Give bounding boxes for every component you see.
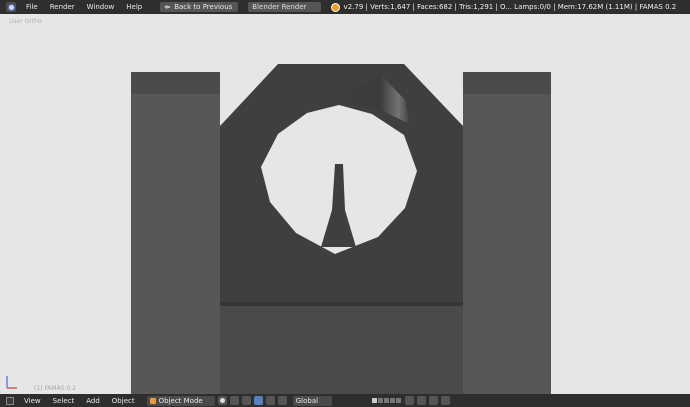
axis-gizmo-icon xyxy=(6,376,17,389)
left-pillar-top xyxy=(131,72,220,94)
lock-icon[interactable] xyxy=(405,396,415,405)
proportional-edit-icon[interactable] xyxy=(417,396,427,405)
menu-add[interactable]: Add xyxy=(86,397,100,405)
scene-stats: v2.79 | Verts:1,647 | Faces:682 | Tris:1… xyxy=(343,3,677,11)
blender-logo-icon xyxy=(330,2,340,12)
snap-icon[interactable] xyxy=(429,396,439,405)
mode-label: Object Mode xyxy=(158,396,203,405)
mesh-render xyxy=(131,64,551,394)
transform-orientation-select[interactable]: Global xyxy=(292,395,333,406)
render-preview-icon[interactable] xyxy=(441,396,451,405)
menu-select[interactable]: Select xyxy=(53,397,75,405)
scene-layers[interactable] xyxy=(372,398,402,403)
menu-file[interactable]: File xyxy=(26,3,38,11)
editor-type-3d-icon[interactable] xyxy=(6,396,14,405)
object-mode-icon xyxy=(149,397,156,404)
active-object-label: (1) FAMAS 0.2 xyxy=(34,385,76,392)
main-menu: File Render Window Help xyxy=(26,3,154,11)
layer-button[interactable] xyxy=(378,398,384,403)
mode-select[interactable]: Object Mode xyxy=(146,395,215,406)
right-pillar-top xyxy=(463,72,551,94)
layer-button[interactable] xyxy=(390,398,396,403)
pivot-point-icon[interactable] xyxy=(229,396,239,405)
menu-object[interactable]: Object xyxy=(112,397,135,405)
viewport-header: View Select Add Object Object Mode Globa… xyxy=(0,394,690,407)
back-to-previous-button[interactable]: Back to Previous xyxy=(160,2,239,12)
right-pillar xyxy=(463,72,551,394)
layer-button[interactable] xyxy=(384,398,390,403)
layer-button[interactable] xyxy=(372,398,378,403)
translate-tool-icon[interactable] xyxy=(253,396,263,405)
menu-help[interactable]: Help xyxy=(126,3,142,11)
manipulator-icon[interactable] xyxy=(241,396,251,405)
menu-view[interactable]: View xyxy=(24,397,41,405)
viewport-menu: View Select Add Object xyxy=(24,397,147,405)
menu-window[interactable]: Window xyxy=(87,3,115,11)
menu-render[interactable]: Render xyxy=(50,3,75,11)
3d-viewport[interactable]: User Ortho (1) FAMAS 0.2 xyxy=(0,14,690,394)
scale-tool-icon[interactable] xyxy=(277,396,287,405)
back-to-previous-label: Back to Previous xyxy=(174,3,233,11)
layer-button[interactable] xyxy=(396,398,402,403)
left-pillar xyxy=(131,72,220,394)
lower-block xyxy=(220,304,463,394)
shading-solid-icon[interactable] xyxy=(217,396,227,405)
rotate-tool-icon[interactable] xyxy=(265,396,275,405)
render-engine-select[interactable]: Blender Render xyxy=(248,2,321,12)
lower-block-edge xyxy=(220,302,463,306)
back-arrow-icon xyxy=(164,4,171,10)
info-header: File Render Window Help Back to Previous… xyxy=(0,0,690,14)
editor-type-info-icon[interactable] xyxy=(6,2,16,12)
